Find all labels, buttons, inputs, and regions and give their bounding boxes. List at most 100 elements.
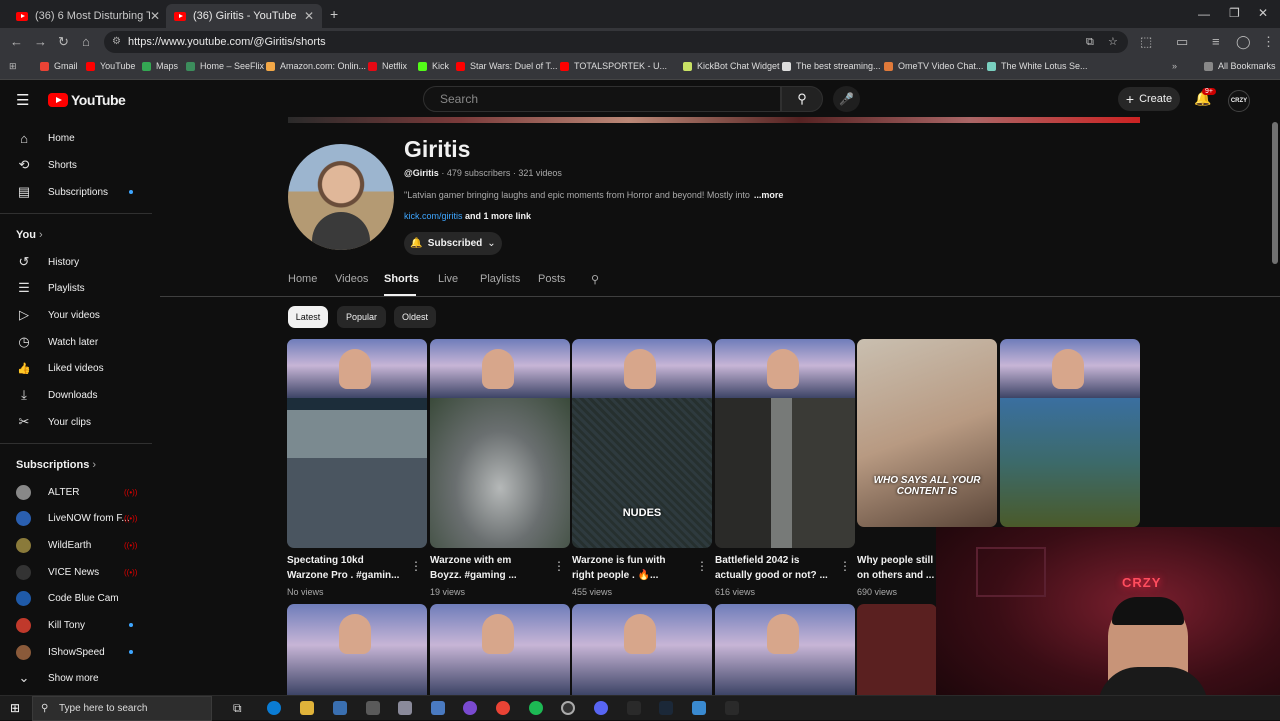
app-icon[interactable] [725,701,739,715]
menu-icon[interactable]: ☰ [16,91,29,109]
chip-latest[interactable]: Latest [288,306,328,328]
task-view-icon[interactable]: ⧉ [233,701,242,716]
channel-search-icon[interactable]: ⚲ [591,273,599,286]
spotify-icon[interactable] [529,701,543,715]
tab-videos[interactable]: Videos [335,273,368,285]
bookmark-kickbot[interactable]: KickBot Chat Widget [683,61,780,71]
short-thumbnail[interactable] [715,339,855,548]
sidebar-show-more[interactable]: ⌄ Show more [0,665,152,691]
tab-playlists[interactable]: Playlists [480,273,520,285]
calculator-icon[interactable] [366,701,380,715]
menu-icon[interactable]: ⋮ [1262,34,1275,50]
apps-icon[interactable]: ⊞ [9,61,17,72]
sidebar-item-subscriptions[interactable]: ▤ Subscriptions [0,179,152,205]
file-explorer-icon[interactable] [300,701,314,715]
media-icon[interactable]: ≡ [1212,34,1220,49]
short-thumbnail[interactable] [715,604,855,695]
create-button[interactable]: + Create [1118,87,1180,111]
short-thumbnail[interactable] [857,604,937,695]
bookmark-amazon[interactable]: Amazon.com: Onlin... [266,61,366,71]
back-icon[interactable]: ← [10,34,23,49]
tab-shorts[interactable]: Shorts [384,273,419,285]
bookmark-maps[interactable]: Maps [142,61,178,71]
subscribed-button[interactable]: 🔔 Subscribed ⌄ [404,232,502,255]
app-icon[interactable] [463,701,477,715]
app-icon[interactable] [431,701,445,715]
app-icon[interactable] [692,701,706,715]
short-thumbnail[interactable] [287,604,427,695]
discord-icon[interactable] [594,701,608,715]
sidebar-item-history[interactable]: ↺ History [0,249,152,275]
browser-tab-1[interactable]: (36) 6 Most Disturbing Things ✕ [8,4,168,28]
sidebar-item-playlists[interactable]: ☰ Playlists [0,275,152,301]
sidebar-sub-livenow[interactable]: LiveNOW from F... ((•)) [0,505,152,531]
short-thumbnail[interactable]: WHO SAYS ALL YOUR CONTENT IS [857,339,997,527]
short-thumbnail[interactable] [430,604,570,695]
short-thumbnail[interactable] [430,339,570,548]
minimize-icon[interactable]: — [1198,7,1210,21]
taskbar-search-input[interactable]: ⚲ Type here to search [32,696,212,721]
short-title[interactable]: Why people still on others and ... [857,553,937,583]
page-scrollbar[interactable] [1272,122,1278,264]
search-button[interactable]: ⚲ [781,86,823,112]
you-header[interactable]: You › [16,229,43,241]
tab-posts[interactable]: Posts [538,273,566,285]
app-icon[interactable] [333,701,347,715]
window-close-icon[interactable]: ✕ [1258,6,1268,20]
obs-icon[interactable] [561,701,575,715]
sidebar-item-downloads[interactable]: ⤓ Downloads [0,382,152,408]
chrome-icon[interactable] [496,701,510,715]
bookmark-totalsportek[interactable]: TOTALSPORTEK - U... [560,61,667,71]
sidepanel-icon[interactable]: ▭ [1176,34,1188,50]
close-tab-icon[interactable]: ✕ [304,9,314,23]
short-title[interactable]: Warzone is fun with right people . 🔥... [572,553,694,583]
sidebar-sub-ishowspeed[interactable]: IShowSpeed [0,639,152,665]
extensions-icon[interactable]: ⬚ [1140,34,1152,50]
new-tab-button[interactable]: + [330,6,338,22]
chip-oldest[interactable]: Oldest [394,306,436,328]
chip-popular[interactable]: Popular [337,306,386,328]
windows-start-icon[interactable]: ⊞ [10,701,20,715]
bookmark-whitelotus[interactable]: The White Lotus Se... [987,61,1088,71]
subscriptions-header[interactable]: Subscriptions › [16,459,96,471]
edge-icon[interactable] [267,701,281,715]
forward-icon[interactable]: → [34,34,47,49]
sidebar-item-your-clips[interactable]: ✂ Your clips [0,409,152,435]
sidebar-item-home[interactable]: ⌂ Home [0,125,152,151]
sidebar-item-watch-later[interactable]: ◷ Watch later [0,329,152,355]
more-links[interactable]: and 1 more link [465,211,531,221]
sidebar-sub-kill-tony[interactable]: Kill Tony [0,612,152,638]
install-icon[interactable]: ⧉ [1086,31,1094,53]
short-thumbnail[interactable] [1000,339,1140,527]
bookmark-youtube[interactable]: YouTube [86,61,135,71]
site-info-icon[interactable]: ⚙ [112,31,121,53]
search-input[interactable]: Search [423,86,781,112]
short-title[interactable]: Warzone with em Boyzz. #gaming ... [430,553,552,583]
youtube-logo[interactable]: YouTube [48,92,126,108]
close-tab-icon[interactable]: ✕ [150,9,160,23]
voice-search-icon[interactable]: 🎤 [833,86,860,112]
short-thumbnail[interactable] [287,339,427,548]
url-field[interactable]: ⚙ https://www.youtube.com/@Giritis/short… [104,31,1128,53]
bookmark-netflix[interactable]: Netflix [368,61,407,71]
home-icon[interactable]: ⌂ [82,34,90,49]
app-icon[interactable] [398,701,412,715]
app-icon[interactable] [627,701,641,715]
tab-live[interactable]: Live [438,273,458,285]
sidebar-sub-alter[interactable]: ALTER ((•)) [0,479,152,505]
short-thumbnail[interactable]: NUDES [572,339,712,548]
sidebar-item-shorts[interactable]: ⟲ Shorts [0,152,152,178]
all-bookmarks[interactable]: All Bookmarks [1204,61,1276,71]
tab-home[interactable]: Home [288,273,317,285]
short-thumbnail[interactable] [572,604,712,695]
browser-tab-2[interactable]: (36) Giritis - YouTube ✕ [166,4,322,28]
star-icon[interactable]: ☆ [1108,31,1118,53]
restore-icon[interactable]: ❐ [1229,6,1240,20]
more-options-icon[interactable]: ⋮ [410,559,422,573]
sidebar-item-your-videos[interactable]: ▷ Your videos [0,302,152,328]
more-link[interactable]: ...more [754,190,784,200]
short-title[interactable]: Battlefield 2042 is actually good or not?… [715,553,837,583]
channel-description[interactable]: "Latvian gamer bringing laughs and epic … [404,190,804,200]
sidebar-sub-vice-news[interactable]: VICE News ((•)) [0,559,152,585]
more-options-icon[interactable]: ⋮ [553,559,565,573]
